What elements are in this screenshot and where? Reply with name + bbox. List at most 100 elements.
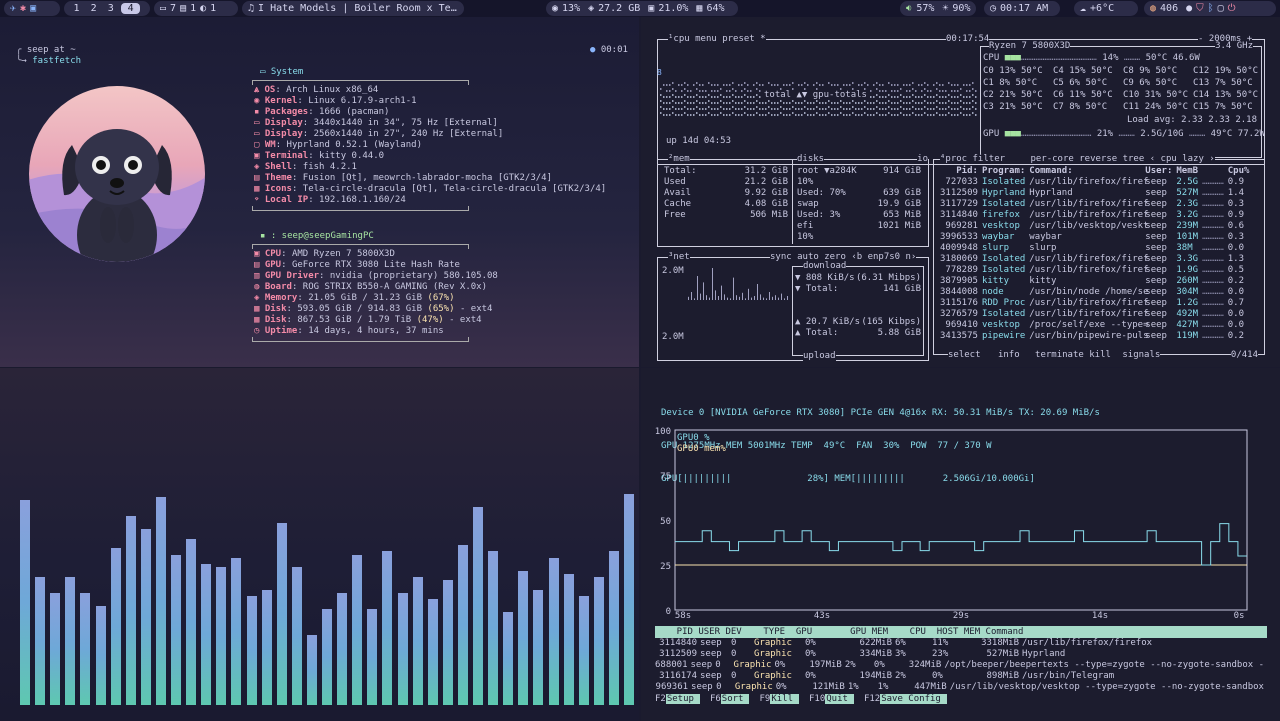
proc-info[interactable]: info xyxy=(998,350,1020,360)
mem-value: 506 MiB xyxy=(750,210,788,220)
tab-per-core[interactable]: per-core xyxy=(1030,154,1073,164)
proc-header-cell[interactable]: User: xyxy=(1143,166,1174,177)
workspace-1[interactable]: 1 xyxy=(70,3,83,14)
cpu-graph-dot xyxy=(714,90,716,92)
system-stats[interactable]: ◉ 13% ◈ 27.2 GB ▣ 21.0% ▦ 64% xyxy=(546,1,738,16)
table-row[interactable]: 778289 Isolated/usr/lib/firefox/firef seep… xyxy=(938,265,1251,276)
audio-brightness[interactable]: 🔉︎ 57% ☀ 90% xyxy=(900,1,976,16)
table-row[interactable]: 3844008 node/usr/bin/node /home/se seep 304… xyxy=(938,287,1251,298)
cpu-graph-dot xyxy=(870,108,872,110)
tab-reverse[interactable]: reverse xyxy=(1079,154,1117,164)
table-row[interactable]: 3117729 Isolated/usr/lib/firefox/firef see… xyxy=(938,199,1251,210)
app-icon-2[interactable]: ▣ xyxy=(30,3,36,14)
gpu-process-list[interactable]: 3114840 seep 0 Graphic 0% 622MiB 6% 11% 3318MiB /… xyxy=(655,638,1267,693)
disks-title[interactable]: disks xyxy=(797,154,825,164)
table-row[interactable]: 3114840 seep 0 Graphic 0% 622MiB 6% 11% 3318MiB /… xyxy=(655,638,1267,649)
system-value: : kitty 0.44.0 xyxy=(308,151,385,161)
now-playing[interactable]: ♫ I Hate Models | Boiler Room x Te… xyxy=(242,1,464,16)
mem-title[interactable]: ²mem xyxy=(668,154,690,164)
tab-sync[interactable]: sync xyxy=(770,252,792,262)
cpu-graph-dot xyxy=(744,88,746,90)
cpu-graph-dot xyxy=(945,102,947,104)
telegram-icon[interactable]: ✈ xyxy=(10,3,16,14)
table-row[interactable]: 4009948 slurp slurp seep 38M………… 0.0 xyxy=(938,243,1251,254)
visualizer-bar xyxy=(473,506,483,705)
proc-select[interactable]: select xyxy=(948,350,981,360)
window-counts[interactable]: ▭ 7 ▤ 1 ◐ 1 xyxy=(154,1,238,16)
proc-cell: RDD Proc xyxy=(981,298,1026,308)
proc-cell: 38M xyxy=(1176,243,1193,253)
proc-header-cell[interactable] xyxy=(1200,166,1226,177)
proc-title[interactable]: ⁴proc xyxy=(940,154,967,164)
cpu-graph-dot xyxy=(954,102,956,104)
mic-icon[interactable]: ● xyxy=(1186,3,1192,14)
fkey-f12[interactable]: F12Save Config xyxy=(864,694,947,704)
table-row[interactable]: 3996533 waybar waybar seep 101M………… 0.3 xyxy=(938,232,1251,243)
weather[interactable]: ☁ +6°C xyxy=(1074,1,1138,16)
net-title[interactable]: ³net xyxy=(668,252,690,262)
table-row[interactable]: 969361 seep 0 Graphic 0% 121MiB 1% 1% 447MiB/usr… xyxy=(655,682,1267,693)
table-row[interactable]: 688001 seep 0 Graphic 0% 197MiB 2% 0% 324MiB/opt… xyxy=(655,660,1267,671)
tab-sort[interactable]: ‹ cpu lazy › xyxy=(1150,154,1215,164)
btop-pane[interactable]: ¹cpu menu preset * 00:17:54 - 2000ms + 8… xyxy=(641,17,1280,367)
table-row[interactable]: 3180069 Isolated/usr/lib/firefox/firef see… xyxy=(938,254,1251,265)
table-row[interactable]: 3112509 Hyprland Hyprland seep 527M………… 1.4 xyxy=(938,188,1251,199)
legend-entry: GPU0 mem% xyxy=(677,444,726,454)
tab-menu[interactable]: menu xyxy=(695,34,717,44)
table-row[interactable]: 3116174 seep 0 Graphic 0% 194MiB 2% 0% 898MiB/us… xyxy=(655,671,1267,682)
disks-io[interactable]: io xyxy=(917,154,928,164)
power-icon[interactable]: ⏻ xyxy=(1228,3,1236,14)
fkey-f6[interactable]: F6Sort xyxy=(710,694,750,704)
table-row[interactable]: 969410 vesktop/proc/self/exe --type= seep 4… xyxy=(938,320,1251,331)
tray-right[interactable]: ◍ 406 ● ⛉ ᛒ ▢ ⏻ xyxy=(1144,1,1276,16)
up-bits: (165 Kibps) xyxy=(861,317,921,327)
lock-icon[interactable]: ▢ xyxy=(1218,3,1224,14)
nvtop-pane[interactable]: Device 0 [NVIDIA GeForce RTX 3080] PCIe … xyxy=(641,368,1280,721)
process-table[interactable]: Pid: Program: Command: User: MemB Cpu% 727033 I… xyxy=(938,166,1251,342)
tab-preset[interactable]: preset * xyxy=(722,34,765,44)
table-row[interactable]: 727033 Isolated/usr/lib/firefox/firef seep… xyxy=(938,177,1251,188)
updates-icon[interactable]: ◍ xyxy=(1150,3,1156,14)
table-row[interactable]: 3112509 seep 0 Graphic 0% 334MiB 3% 23% 527MiB Hy… xyxy=(655,649,1267,660)
table-row[interactable]: 969281 vesktop/usr/lib/vesktop/veskt seep 2… xyxy=(938,221,1251,232)
table-row[interactable]: 3276579 Isolated/usr/lib/firefox/firef see… xyxy=(938,309,1251,320)
fkey-f2[interactable]: F2Setup xyxy=(655,694,700,704)
clock[interactable]: ◷ 00:17 AM xyxy=(984,1,1060,16)
brightness-icon[interactable]: ☀ xyxy=(942,3,948,14)
table-row[interactable]: 3115176 RDD Proc/usr/lib/firefox/firef see… xyxy=(938,298,1251,309)
proc-header-cell[interactable]: Program: xyxy=(980,166,1027,177)
shield-icon[interactable]: ⛉ xyxy=(1196,3,1204,14)
volume-icon[interactable]: 🔉︎ xyxy=(906,3,912,14)
tray-left[interactable]: ✈ ✱ ▣ xyxy=(4,1,60,16)
fkey-f10[interactable]: F10Quit xyxy=(809,694,854,704)
table-row[interactable]: 3114840 firefox/usr/lib/firefox/firef seep… xyxy=(938,210,1251,221)
cpu-graph-dot xyxy=(663,84,665,86)
proc-tabs: ⁴proc filter per-core reverse tree ‹ cpu… xyxy=(940,154,1215,164)
proc-cell: 0.0 xyxy=(1227,309,1245,319)
fastfetch-pane[interactable]: ╭ seep at ~ ╰→ fastfetch ● 00:01 ▭ Syste… xyxy=(0,17,639,367)
fkey-f9[interactable]: F9Kill xyxy=(759,694,799,704)
cpu-graph-dot xyxy=(768,100,770,102)
workspace-switcher[interactable]: 1 2 3 4 xyxy=(64,1,150,16)
proc-header-cell[interactable]: MemB xyxy=(1174,166,1200,177)
proc-signals[interactable]: signals xyxy=(1122,350,1160,360)
table-row[interactable]: 3413575 pipewire/usr/bin/pipewire-puls see… xyxy=(938,331,1251,342)
proc-header-cell[interactable]: Cpu% xyxy=(1226,166,1252,177)
app-icon[interactable]: ✱ xyxy=(20,3,26,14)
proc-terminate[interactable]: terminate xyxy=(1035,350,1084,360)
workspace-3[interactable]: 3 xyxy=(104,3,117,14)
bluetooth-icon[interactable]: ᛒ xyxy=(1208,3,1214,14)
proc-header-cell[interactable]: Pid: xyxy=(938,166,980,177)
gpu-util-series xyxy=(675,523,1247,566)
tab-interface[interactable]: ‹b enp7s0 n› xyxy=(851,252,916,262)
proc-kill[interactable]: kill xyxy=(1089,350,1111,360)
tab-tree[interactable]: tree xyxy=(1123,154,1145,164)
proc-header-cell[interactable]: Command: xyxy=(1027,166,1143,177)
tab-cpu[interactable]: ¹cpu xyxy=(668,34,690,44)
disk-left: swap xyxy=(797,199,819,210)
tab-filter[interactable]: filter xyxy=(973,154,1006,164)
table-row[interactable]: 3879905 kitty kitty seep 260M………… 0.2 xyxy=(938,276,1251,287)
cpu-graph-dot xyxy=(897,102,899,104)
workspace-4[interactable]: 4 xyxy=(121,3,140,14)
workspace-2[interactable]: 2 xyxy=(87,3,100,14)
